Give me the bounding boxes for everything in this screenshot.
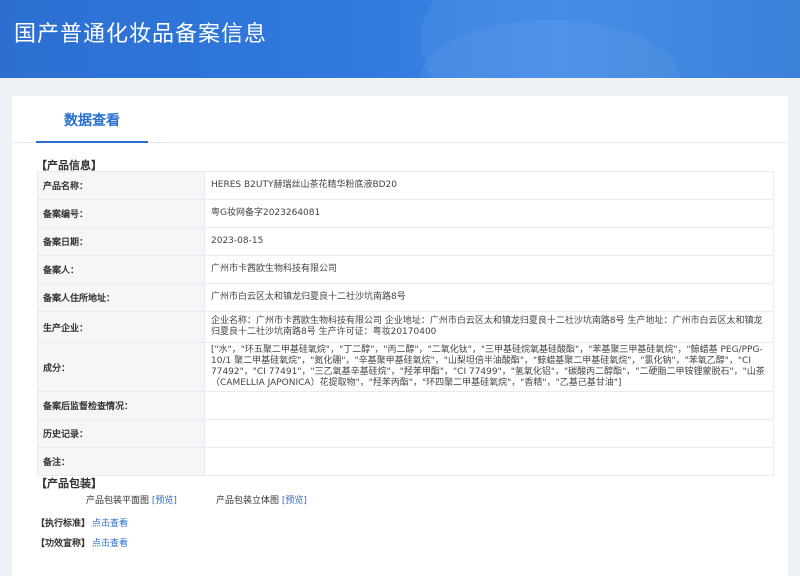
table-row: 产品名称： HERES B2UTY赫瑞丝山茶花精华粉底液BD20 xyxy=(37,171,774,200)
table-row: 备案后监督检查情况： xyxy=(37,391,774,420)
row-label: 生产企业： xyxy=(37,311,205,343)
table-row: 备案编号： 粤G妆网备字2023264081 xyxy=(37,199,774,228)
row-label: 产品名称： xyxy=(37,171,205,200)
packaging-flat-preview-link[interactable]: [预览] xyxy=(152,496,177,506)
supervision-value xyxy=(204,391,774,420)
table-row: 历史记录： xyxy=(37,419,774,448)
row-label: 备案人： xyxy=(37,255,205,284)
page-title: 国产普通化妆品备案信息 xyxy=(14,22,268,47)
packaging-solid-item: 产品包装立体图 [预览] xyxy=(216,493,307,506)
ingredients-value: ["水"，"环五聚二甲基硅氧烷"，"丁二醇"，"丙二醇"，"二氧化钛"，"三甲基… xyxy=(204,342,774,392)
filer-address-value: 广州市白云区太和镇龙归夏良十二社沙坑南路8号 xyxy=(204,283,774,312)
tab-data-view[interactable]: 数据查看 xyxy=(36,96,148,143)
packaging-section-title: 【产品包装】 xyxy=(36,477,102,490)
standard-label: 【执行标准】 xyxy=(36,519,91,529)
standard-view-link[interactable]: 点击查看 xyxy=(92,516,128,529)
packaging-flat-label: 产品包装平面图 xyxy=(86,496,150,506)
content-card: 数据查看 【产品信息】 产品名称： HERES B2UTY赫瑞丝山茶花精华粉底液… xyxy=(12,96,788,576)
efficacy-label: 【功效宣称】 xyxy=(36,539,91,549)
table-row: 备案人住所地址： 广州市白云区太和镇龙归夏良十二社沙坑南路8号 xyxy=(37,283,774,312)
history-value xyxy=(204,419,774,448)
filer-value: 广州市卡茜欧生物科技有限公司 xyxy=(204,255,774,284)
row-label: 备注： xyxy=(37,447,205,476)
row-label: 备案日期： xyxy=(37,227,205,256)
remarks-value xyxy=(204,447,774,476)
row-label: 历史记录： xyxy=(37,419,205,448)
row-label: 备案人住所地址： xyxy=(37,283,205,312)
efficacy-view-link[interactable]: 点击查看 xyxy=(92,536,128,549)
packaging-solid-preview-link[interactable]: [预览] xyxy=(282,496,307,506)
table-row: 备案日期： 2023-08-15 xyxy=(37,227,774,256)
filing-date-value: 2023-08-15 xyxy=(204,227,774,256)
packaging-flat-item: 产品包装平面图 [预览] xyxy=(86,493,177,506)
manufacturer-value: 企业名称：广州市卡茜欧生物科技有限公司 企业地址：广州市白云区太和镇龙归夏良十二… xyxy=(204,311,774,343)
filing-number-value: 粤G妆网备字2023264081 xyxy=(204,199,774,228)
tab-bar: 数据查看 xyxy=(12,96,788,143)
product-info-table: 产品名称： HERES B2UTY赫瑞丝山茶花精华粉底液BD20 备案编号： 粤… xyxy=(37,171,774,476)
row-label: 成分： xyxy=(37,342,205,392)
row-label: 备案编号： xyxy=(37,199,205,228)
table-row: 备案人： 广州市卡茜欧生物科技有限公司 xyxy=(37,255,774,284)
product-name-value: HERES B2UTY赫瑞丝山茶花精华粉底液BD20 xyxy=(204,171,774,200)
table-row: 成分： ["水"，"环五聚二甲基硅氧烷"，"丁二醇"，"丙二醇"，"二氧化钛"，… xyxy=(37,342,774,392)
row-label: 备案后监督检查情况： xyxy=(37,391,205,420)
page-header: 国产普通化妆品备案信息 xyxy=(0,0,800,78)
table-row: 生产企业： 企业名称：广州市卡茜欧生物科技有限公司 企业地址：广州市白云区太和镇… xyxy=(37,311,774,343)
packaging-solid-label: 产品包装立体图 xyxy=(216,496,280,506)
table-row: 备注： xyxy=(37,447,774,476)
